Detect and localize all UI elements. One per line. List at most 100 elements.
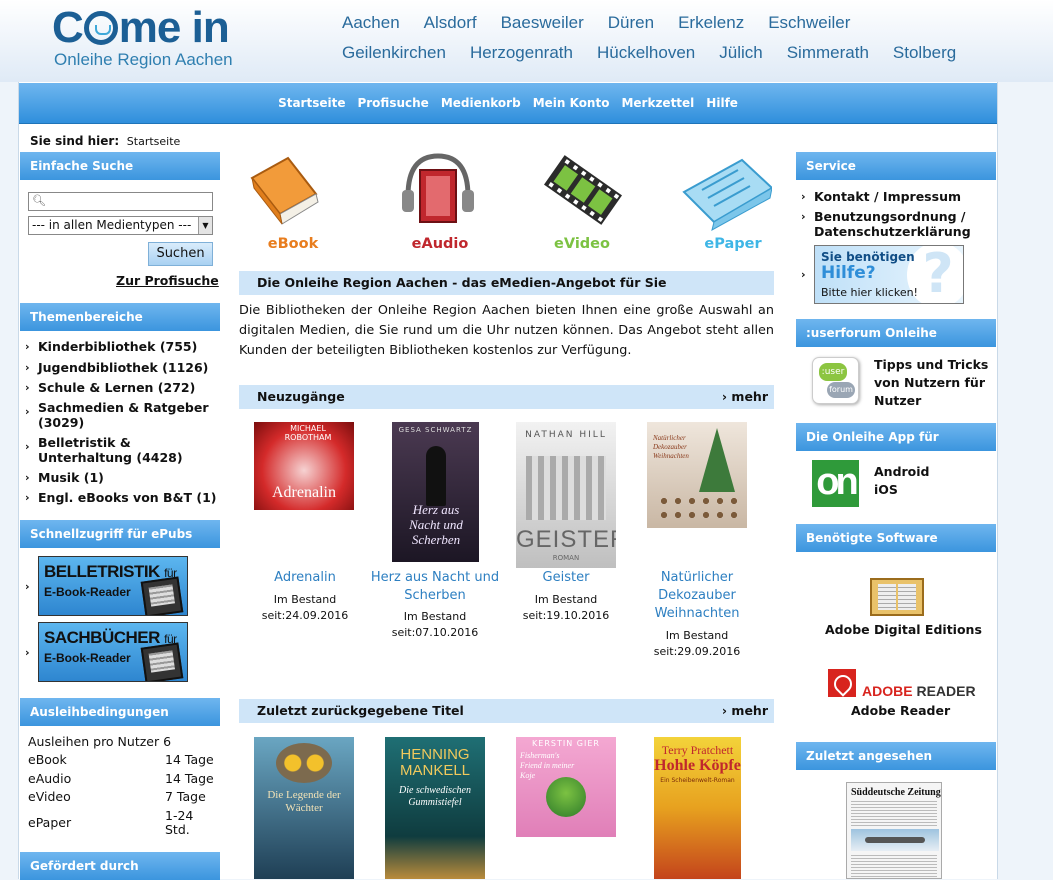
topic-schule-lernen[interactable]: Schule & Lernen (272) bbox=[38, 380, 218, 395]
nav-merkzettel[interactable]: Merkzettel bbox=[621, 96, 694, 110]
book-title-herz-aus-nacht[interactable]: Herz aus Nacht und Scherben bbox=[370, 569, 500, 605]
simple-search-header: Einfache Suche bbox=[20, 152, 220, 180]
search-icon: 🔍︎ bbox=[32, 194, 46, 207]
loan-label-eaudio: eAudio bbox=[28, 771, 72, 786]
app-android-link[interactable]: Android bbox=[874, 464, 930, 479]
new-items-header: Neuzugänge › mehr bbox=[239, 385, 774, 409]
recently-viewed-header: Zuletzt angesehen bbox=[796, 742, 996, 770]
loan-conditions-header: Ausleihbedingungen bbox=[20, 698, 220, 726]
media-type-select[interactable]: --- in allen Medientypen --- ▼ bbox=[28, 216, 213, 235]
app-header: Die Onleihe App für bbox=[796, 423, 996, 451]
city-link-eschweiler[interactable]: Eschweiler bbox=[768, 13, 850, 33]
city-link-hueckelhoven[interactable]: Hückelhoven bbox=[597, 43, 695, 63]
book-cover-adrenalin[interactable]: MICHAEL ROBOTHAM Adrenalin bbox=[254, 422, 354, 510]
adobe-reader-link[interactable]: Adobe Reader bbox=[851, 703, 950, 718]
loan-value-epaper: 1-24 Std. bbox=[165, 808, 194, 837]
terms-privacy-link[interactable]: Benutzungsordnung / Datenschutzerklärung bbox=[814, 209, 984, 239]
main-nav: Startseite Profisuche Medienkorb Mein Ko… bbox=[19, 83, 997, 124]
book-title-dekozauber[interactable]: Natürlicher Dekozauber Weihnachten bbox=[647, 569, 747, 623]
book-cover-fishermans-friend[interactable]: KERSTIN GIER Fisherman's Friend in meine… bbox=[516, 737, 616, 837]
quick-access-header: Schnellzugriff für ePubs bbox=[20, 520, 220, 548]
bullet-icon: › bbox=[801, 210, 806, 223]
adobe-digital-editions-link[interactable]: Adobe Digital Editions bbox=[825, 622, 982, 637]
contact-imprint-link[interactable]: Kontakt / Impressum bbox=[814, 189, 961, 204]
new-items-more-link[interactable]: › mehr bbox=[722, 385, 768, 409]
book-cover-hohle-koepfe[interactable]: Terry Pratchett Hohle Köpfe Ein Scheiben… bbox=[654, 737, 741, 879]
book-title-adrenalin[interactable]: Adrenalin bbox=[245, 569, 365, 587]
search-button[interactable]: Suchen bbox=[148, 242, 213, 266]
topics-header: Themenbereiche bbox=[20, 303, 220, 331]
loan-label-epaper: ePaper bbox=[28, 815, 72, 830]
topic-belletristik[interactable]: Belletristik & Unterhaltung (4428) bbox=[38, 435, 218, 465]
nav-profisuche[interactable]: Profisuche bbox=[357, 96, 428, 110]
evideo-icon[interactable] bbox=[538, 150, 628, 230]
bullet-icon: › bbox=[25, 646, 30, 659]
ebook-label[interactable]: eBook bbox=[243, 236, 343, 252]
returned-more-link[interactable]: › mehr bbox=[722, 699, 768, 723]
city-link-aachen[interactable]: Aachen bbox=[342, 13, 400, 33]
topic-musik[interactable]: Musik (1) bbox=[38, 470, 218, 485]
onleihe-app-icon[interactable]: on bbox=[812, 460, 859, 507]
bullet-icon: › bbox=[25, 491, 30, 504]
loan-label-evideo: eVideo bbox=[28, 789, 71, 804]
city-link-simmerath[interactable]: Simmerath bbox=[787, 43, 869, 63]
userforum-icon[interactable]: :user forum bbox=[812, 357, 859, 404]
book-cover-herz-aus-nacht[interactable]: GESA SCHWARTZ Herz aus Nacht und Scherbe… bbox=[392, 422, 479, 562]
topic-kinderbibliothek[interactable]: Kinderbibliothek (755) bbox=[38, 339, 218, 354]
site-logo[interactable]: Cme in Onleihe Region Aachen bbox=[52, 4, 252, 74]
nav-medienkorb[interactable]: Medienkorb bbox=[441, 96, 521, 110]
bullet-icon: › bbox=[801, 268, 806, 281]
topic-jugendbibliothek[interactable]: Jugendbibliothek (1126) bbox=[38, 360, 218, 375]
adobe-reader-logo[interactable]: ADOBE READER bbox=[862, 683, 976, 699]
loan-value-ebook: 14 Tage bbox=[165, 752, 214, 767]
nav-hilfe[interactable]: Hilfe bbox=[706, 96, 738, 110]
bullet-icon: › bbox=[25, 361, 30, 374]
city-link-baesweiler[interactable]: Baesweiler bbox=[501, 13, 584, 33]
bullet-icon: › bbox=[801, 190, 806, 203]
city-links: Aachen Alsdorf Baesweiler Düren Erkelenz… bbox=[330, 8, 1030, 68]
bullet-icon: › bbox=[25, 440, 30, 453]
help-banner[interactable]: ? Sie benötigen Hilfe? Bitte hier klicke… bbox=[814, 245, 964, 304]
app-ios-link[interactable]: iOS bbox=[874, 482, 898, 497]
software-header: Benötigte Software bbox=[796, 524, 996, 552]
breadcrumb-current[interactable]: Startseite bbox=[127, 135, 181, 148]
city-link-erkelenz[interactable]: Erkelenz bbox=[678, 13, 744, 33]
adobe-digital-editions-icon[interactable] bbox=[870, 578, 924, 616]
search-input[interactable]: 🔍︎ bbox=[28, 192, 213, 211]
topic-sachmedien[interactable]: Sachmedien & Ratgeber (3029) bbox=[38, 400, 218, 430]
pro-search-link[interactable]: Zur Profisuche bbox=[116, 273, 219, 288]
city-link-stolberg[interactable]: Stolberg bbox=[893, 43, 956, 63]
funded-by-header: Gefördert durch bbox=[20, 852, 220, 880]
book-cover-dekozauber[interactable]: Natürlicher Dekozauber Weihnachten bbox=[647, 422, 747, 528]
book-status-dekozauber: Im Bestand seit:29.09.2016 bbox=[653, 629, 741, 658]
city-link-dueren[interactable]: Düren bbox=[608, 13, 654, 33]
loan-label-ebook: eBook bbox=[28, 752, 67, 767]
epaper-label[interactable]: ePaper bbox=[683, 236, 783, 252]
city-link-alsdorf[interactable]: Alsdorf bbox=[424, 13, 477, 33]
newspaper-thumbnail[interactable]: Süddeutsche Zeitung bbox=[846, 782, 942, 879]
city-link-herzogenrath[interactable]: Herzogenrath bbox=[470, 43, 573, 63]
book-cover-geister[interactable]: NATHAN HILL GEISTER ROMAN bbox=[516, 422, 616, 568]
evideo-label[interactable]: eVideo bbox=[532, 236, 632, 252]
ebook-icon[interactable] bbox=[246, 152, 336, 232]
book-title-geister[interactable]: Geister bbox=[506, 569, 626, 587]
book-cover-legende-der-waechter[interactable]: Die Legende der Wächter bbox=[254, 737, 354, 879]
loan-value-evideo: 7 Tage bbox=[165, 789, 206, 804]
sachbuecher-epub-banner[interactable]: SACHBÜCHER für E-Book-Reader bbox=[38, 622, 188, 682]
topic-engl-ebooks[interactable]: Engl. eBooks von B&T (1) bbox=[38, 490, 218, 505]
book-cover-schwedische-gummistiefel[interactable]: HENNING MANKELL Die schwedischen Gummist… bbox=[385, 737, 485, 879]
eaudio-label[interactable]: eAudio bbox=[390, 236, 490, 252]
belletristik-epub-banner[interactable]: BELLETRISTIK für E-Book-Reader bbox=[38, 556, 188, 616]
city-link-juelich[interactable]: Jülich bbox=[719, 43, 762, 63]
breadcrumb-label: Sie sind hier: bbox=[30, 134, 120, 148]
ereader-icon bbox=[140, 576, 184, 615]
nav-startseite[interactable]: Startseite bbox=[278, 96, 345, 110]
loan-value-eaudio: 14 Tage bbox=[165, 771, 214, 786]
eaudio-icon[interactable] bbox=[394, 150, 484, 230]
city-link-geilenkirchen[interactable]: Geilenkirchen bbox=[342, 43, 446, 63]
adobe-reader-icon[interactable] bbox=[828, 669, 856, 697]
bullet-icon: › bbox=[25, 381, 30, 394]
epaper-icon[interactable] bbox=[682, 152, 774, 232]
nav-mein-konto[interactable]: Mein Konto bbox=[533, 96, 610, 110]
userforum-link[interactable]: Tipps und Tricks von Nutzern für Nutzer bbox=[874, 356, 989, 410]
